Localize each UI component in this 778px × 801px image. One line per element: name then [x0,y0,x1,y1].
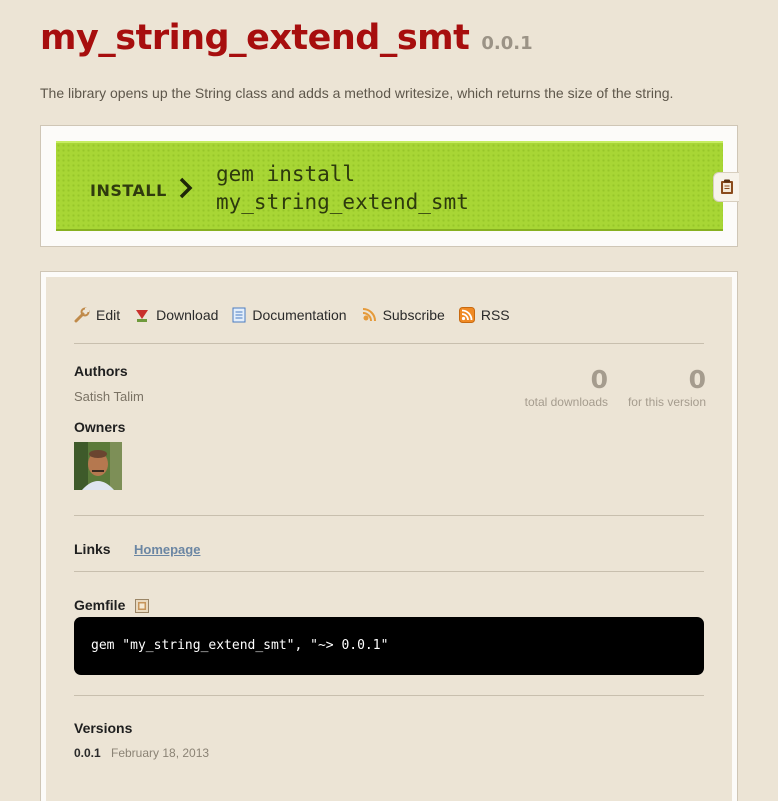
links-heading: Links [74,541,111,557]
document-icon [232,307,246,323]
total-downloads-label: total downloads [524,395,608,409]
owners-heading: Owners [74,419,126,435]
download-link[interactable]: Download [134,307,218,323]
authors-heading: Authors [74,363,128,379]
edit-label: Edit [96,307,121,323]
install-command-line: my_string_extend_smt [216,190,469,214]
version-downloads-stat: 0 for this version [606,365,706,409]
version-date: February 18, 2013 [111,746,210,760]
subscribe-icon [362,308,376,322]
gem-version: 0.0.1 [481,33,533,54]
download-label: Download [156,307,219,323]
wrench-icon [74,307,90,323]
gem-description: The library opens up the String class an… [40,85,674,101]
edit-link[interactable]: Edit [74,307,120,323]
page: my_string_extend_smt 0.0.1 The library o… [0,0,778,801]
version-downloads-count: 0 [688,365,706,394]
rss-label: RSS [480,307,510,323]
avatar-image [74,442,122,490]
install-command[interactable]: gem install my_string_extend_smt [216,160,469,216]
gem-name: my_string_extend_smt [40,18,470,58]
versions-heading: Versions [74,720,133,736]
chevron-right-icon [179,177,193,199]
rss-link[interactable]: RSS [458,307,510,323]
divider [74,515,704,516]
divider [74,695,704,696]
clipboard-icon [135,599,149,613]
gem-header: my_string_extend_smt 0.0.1 [40,18,533,58]
total-downloads-stat: 0 total downloads [508,365,608,409]
download-icon [136,310,149,322]
homepage-link[interactable]: Homepage [134,542,200,557]
documentation-link[interactable]: Documentation [232,307,347,323]
gemfile-copy-button[interactable] [135,599,149,618]
clipboard-icon [720,179,733,194]
version-downloads-label: for this version [627,395,706,409]
subscribe-link[interactable]: Subscribe [361,307,445,323]
install-box: INSTALL gem install my_string_extend_smt [40,125,739,247]
total-downloads-count: 0 [590,365,608,394]
rss-icon [458,307,475,323]
owner-avatar[interactable] [74,442,122,490]
copy-to-clipboard-button[interactable] [713,172,739,202]
gemfile-heading: Gemfile [74,597,126,613]
install-label: INSTALL [90,181,167,200]
documentation-label: Documentation [252,307,347,323]
gemfile-code[interactable]: gem "my_string_extend_smt", "~> 0.0.1" [74,617,704,675]
subscribe-label: Subscribe [382,307,445,323]
author-name: Satish Talim [74,389,144,404]
gem-details-panel: Edit Download Documentation Subscribe RS… [40,271,738,801]
version-link[interactable]: 0.0.1 [74,746,101,760]
gem-details-content: Edit Download Documentation Subscribe RS… [46,277,732,801]
install-bar: INSTALL gem install my_string_extend_smt [56,141,723,231]
action-links: Edit Download Documentation Subscribe RS… [74,307,524,323]
divider [74,571,704,572]
divider [74,343,704,344]
install-command-line: gem install [216,162,356,186]
